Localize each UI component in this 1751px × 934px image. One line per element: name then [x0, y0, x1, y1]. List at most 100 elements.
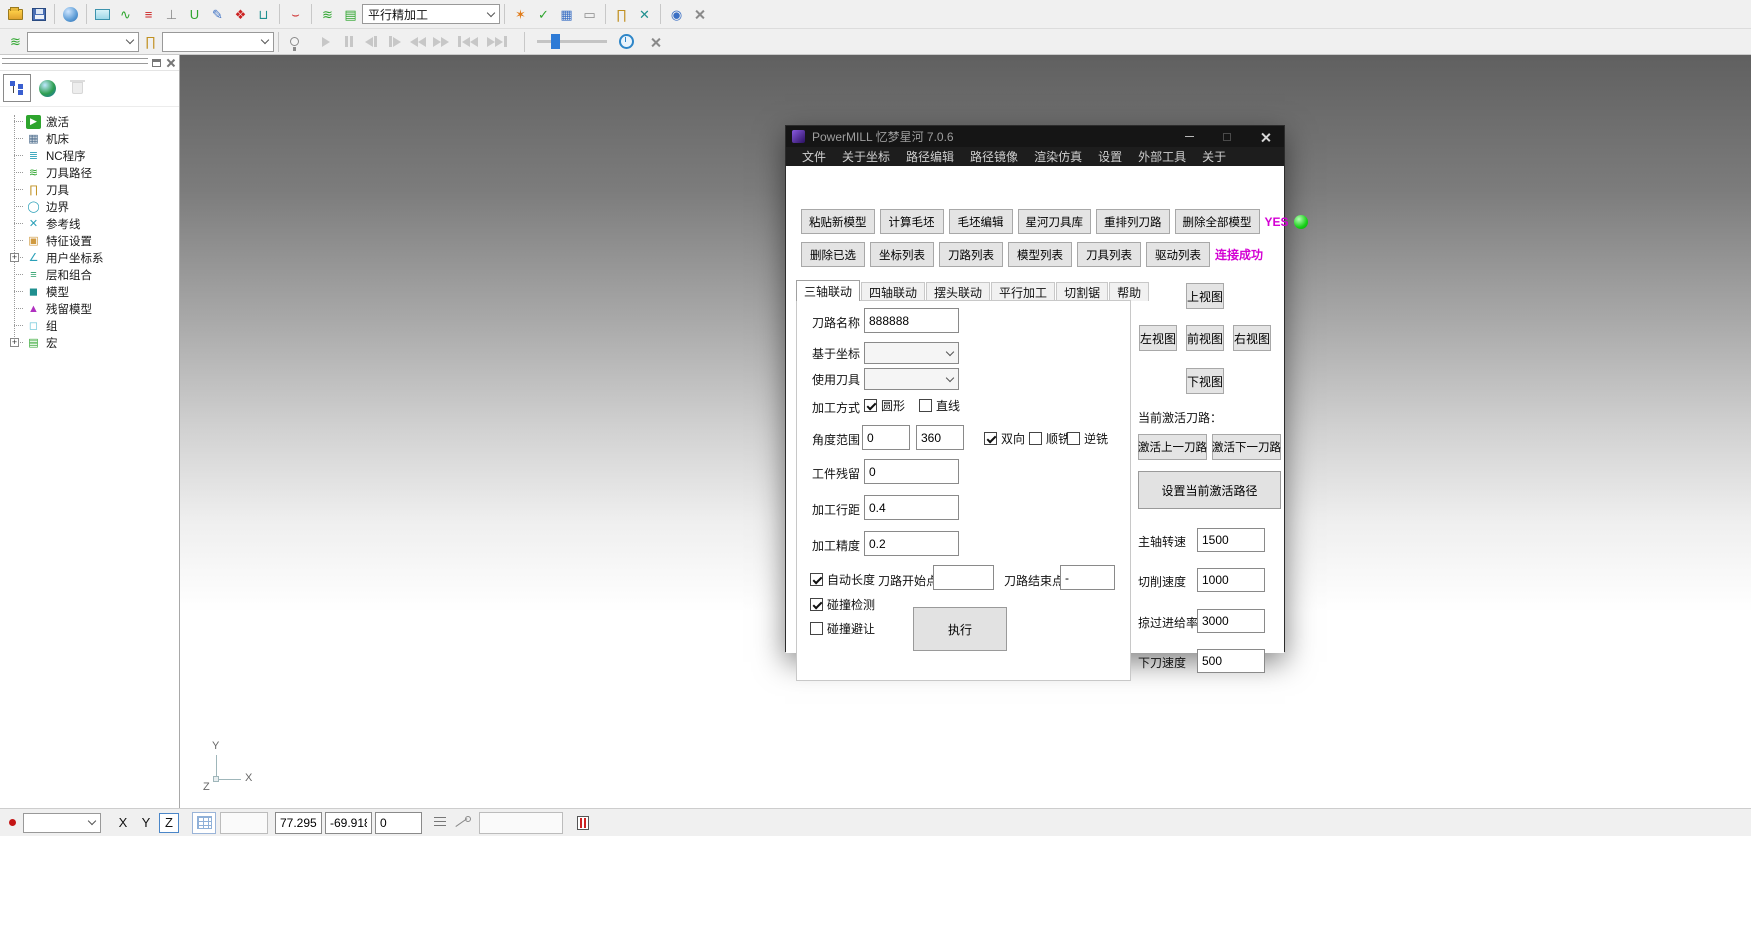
sim-speed-slider[interactable]	[537, 40, 607, 43]
tree-item-feature-sets[interactable]: ▣特征设置	[0, 232, 179, 249]
strategy-dropdown[interactable]: 平行精加工	[362, 4, 500, 24]
mode-circle-checkbox[interactable]: 圆形	[864, 397, 905, 414]
view-left-button[interactable]: 左视图	[1139, 325, 1177, 351]
dialog-titlebar[interactable]: PowerMILL 忆梦星河 7.0.6	[786, 126, 1284, 147]
tab-3axis[interactable]: 三轴联动	[796, 280, 860, 301]
pattern-button[interactable]: ❖	[229, 3, 252, 25]
start-point-input[interactable]	[933, 565, 994, 590]
plunge-feed-input[interactable]	[1197, 649, 1265, 673]
maximize-button[interactable]	[1208, 126, 1246, 147]
end-point-input[interactable]	[1060, 565, 1115, 590]
strategy-list-button[interactable]: ▤	[339, 3, 362, 25]
sim-light-button[interactable]	[283, 31, 306, 53]
view-top-button[interactable]: 上视图	[1186, 283, 1224, 309]
checkbox-unchecked-icon[interactable]	[1067, 432, 1080, 445]
sim-fast-forward-button[interactable]	[429, 31, 452, 53]
view-bottom-button[interactable]: 下视图	[1186, 368, 1224, 394]
menu-external-tools[interactable]: 外部工具	[1130, 148, 1194, 165]
auto-length-checkbox[interactable]: 自动长度	[810, 571, 875, 588]
tool-pair-button[interactable]: ∏	[610, 3, 633, 25]
stock-remain-input[interactable]	[864, 459, 959, 484]
tab-world[interactable]	[33, 74, 61, 102]
execute-button[interactable]: 执行	[913, 607, 1007, 651]
angle-to-input[interactable]	[916, 425, 964, 450]
toolpath-list-button[interactable]: 刀路列表	[939, 242, 1003, 267]
dir-conventional-checkbox[interactable]: 逆铣	[1067, 430, 1108, 447]
axis-x-button[interactable]: X	[113, 813, 133, 833]
tool-star-button[interactable]: ✶	[509, 3, 532, 25]
drive-list-button[interactable]: 驱动列表	[1146, 242, 1210, 267]
curve-editor-button[interactable]: ✎	[206, 3, 229, 25]
grid-snap-button[interactable]	[192, 812, 216, 834]
float-panel-button[interactable]	[152, 59, 161, 67]
tree-item-workplanes[interactable]: +∠用户坐标系	[0, 249, 179, 266]
view-front-button[interactable]: 前视图	[1186, 325, 1224, 351]
pause-log-icon[interactable]	[577, 816, 589, 830]
set-active-path-button[interactable]: 设置当前激活路径	[1138, 471, 1281, 509]
calculator-button[interactable]: ▦	[555, 3, 578, 25]
calc-stock-button[interactable]: 计算毛坯	[880, 209, 944, 234]
axis-z-button[interactable]: Z	[159, 813, 179, 833]
collision-check-button[interactable]: ⌣	[284, 3, 307, 25]
toolbar-close-button[interactable]	[688, 3, 711, 25]
channel-button[interactable]: U	[183, 3, 206, 25]
tree-item-stock-models[interactable]: ▲残留模型	[0, 300, 179, 317]
sim-tool-button[interactable]: ∏	[139, 31, 162, 53]
sim-pause-button[interactable]	[337, 31, 360, 53]
expand-plus-icon[interactable]: +	[10, 338, 19, 347]
sim-tool-dropdown[interactable]	[162, 32, 274, 52]
menu-coords[interactable]: 关于坐标	[834, 148, 898, 165]
menu-render-sim[interactable]: 渲染仿真	[1026, 148, 1090, 165]
workplane-dropdown[interactable]	[23, 813, 101, 833]
slider-handle[interactable]	[551, 34, 560, 49]
tool-block-button[interactable]: ⊔	[252, 3, 275, 25]
shaded-view-button[interactable]	[59, 3, 82, 25]
zlevel-button[interactable]: ≡	[137, 3, 160, 25]
activate-prev-toolpath-button[interactable]: 激活上一刀路	[1138, 434, 1207, 460]
tool-list-button[interactable]: 刀具列表	[1077, 242, 1141, 267]
sim-rewind-button[interactable]	[406, 31, 429, 53]
menu-path-edit[interactable]: 路径编辑	[898, 148, 962, 165]
ruler-button[interactable]: ▭	[578, 3, 601, 25]
tool-verify-button[interactable]: ✓	[532, 3, 555, 25]
list-options-icon[interactable]	[434, 817, 446, 828]
skim-feed-input[interactable]	[1197, 609, 1265, 633]
tab-head-tilt[interactable]: 摆头联动	[926, 282, 990, 301]
tree-item-boundaries[interactable]: ◯边界	[0, 198, 179, 215]
paste-new-model-button[interactable]: 粘贴新模型	[801, 209, 875, 234]
tree-item-nc-programs[interactable]: ≣NC程序	[0, 147, 179, 164]
tab-saw[interactable]: 切割锯	[1056, 282, 1108, 301]
tab-4axis[interactable]: 四轴联动	[861, 282, 925, 301]
tool-library-button[interactable]: 星河刀具库	[1018, 209, 1092, 234]
tree-item-tools[interactable]: ∏刀具	[0, 181, 179, 198]
sim-toolbar-close-button[interactable]	[644, 31, 667, 53]
tree-item-machine[interactable]: ▦机床	[0, 130, 179, 147]
sim-step-back-button[interactable]	[360, 31, 383, 53]
dir-climb-checkbox[interactable]: 顺铣	[1029, 430, 1070, 447]
open-project-button[interactable]	[4, 3, 27, 25]
angle-from-input[interactable]	[862, 425, 910, 450]
sim-play-button[interactable]	[314, 31, 337, 53]
model-list-button[interactable]: 模型列表	[1008, 242, 1072, 267]
activate-next-toolpath-button[interactable]: 激活下一刀路	[1212, 434, 1281, 460]
spindle-speed-input[interactable]	[1197, 528, 1265, 552]
cursor-z-input[interactable]	[375, 812, 422, 834]
menu-settings[interactable]: 设置	[1090, 148, 1130, 165]
checkbox-checked-icon[interactable]	[810, 598, 823, 611]
stock-edit-button[interactable]: 毛坯编辑	[949, 209, 1013, 234]
tree-item-toolpaths[interactable]: ≋刀具路径	[0, 164, 179, 181]
tab-explorer[interactable]	[3, 74, 31, 102]
based-coord-dropdown[interactable]	[864, 342, 959, 364]
view-right-button[interactable]: 右视图	[1233, 325, 1271, 351]
sim-toolpath-button[interactable]: ≋	[4, 31, 27, 53]
tab-recycle[interactable]	[63, 74, 91, 102]
delete-all-models-button[interactable]: 删除全部模型	[1175, 209, 1260, 234]
tree-item-macros[interactable]: +▤宏	[0, 334, 179, 351]
close-button[interactable]	[1246, 126, 1284, 147]
cursor-y-input[interactable]	[325, 812, 372, 834]
mode-line-checkbox[interactable]: 直线	[919, 397, 960, 414]
cylinders-button[interactable]: ◉	[665, 3, 688, 25]
coord-list-button[interactable]: 坐标列表	[870, 242, 934, 267]
block-button[interactable]	[91, 3, 114, 25]
collision-avoid-checkbox[interactable]: 碰撞避让	[810, 620, 875, 637]
